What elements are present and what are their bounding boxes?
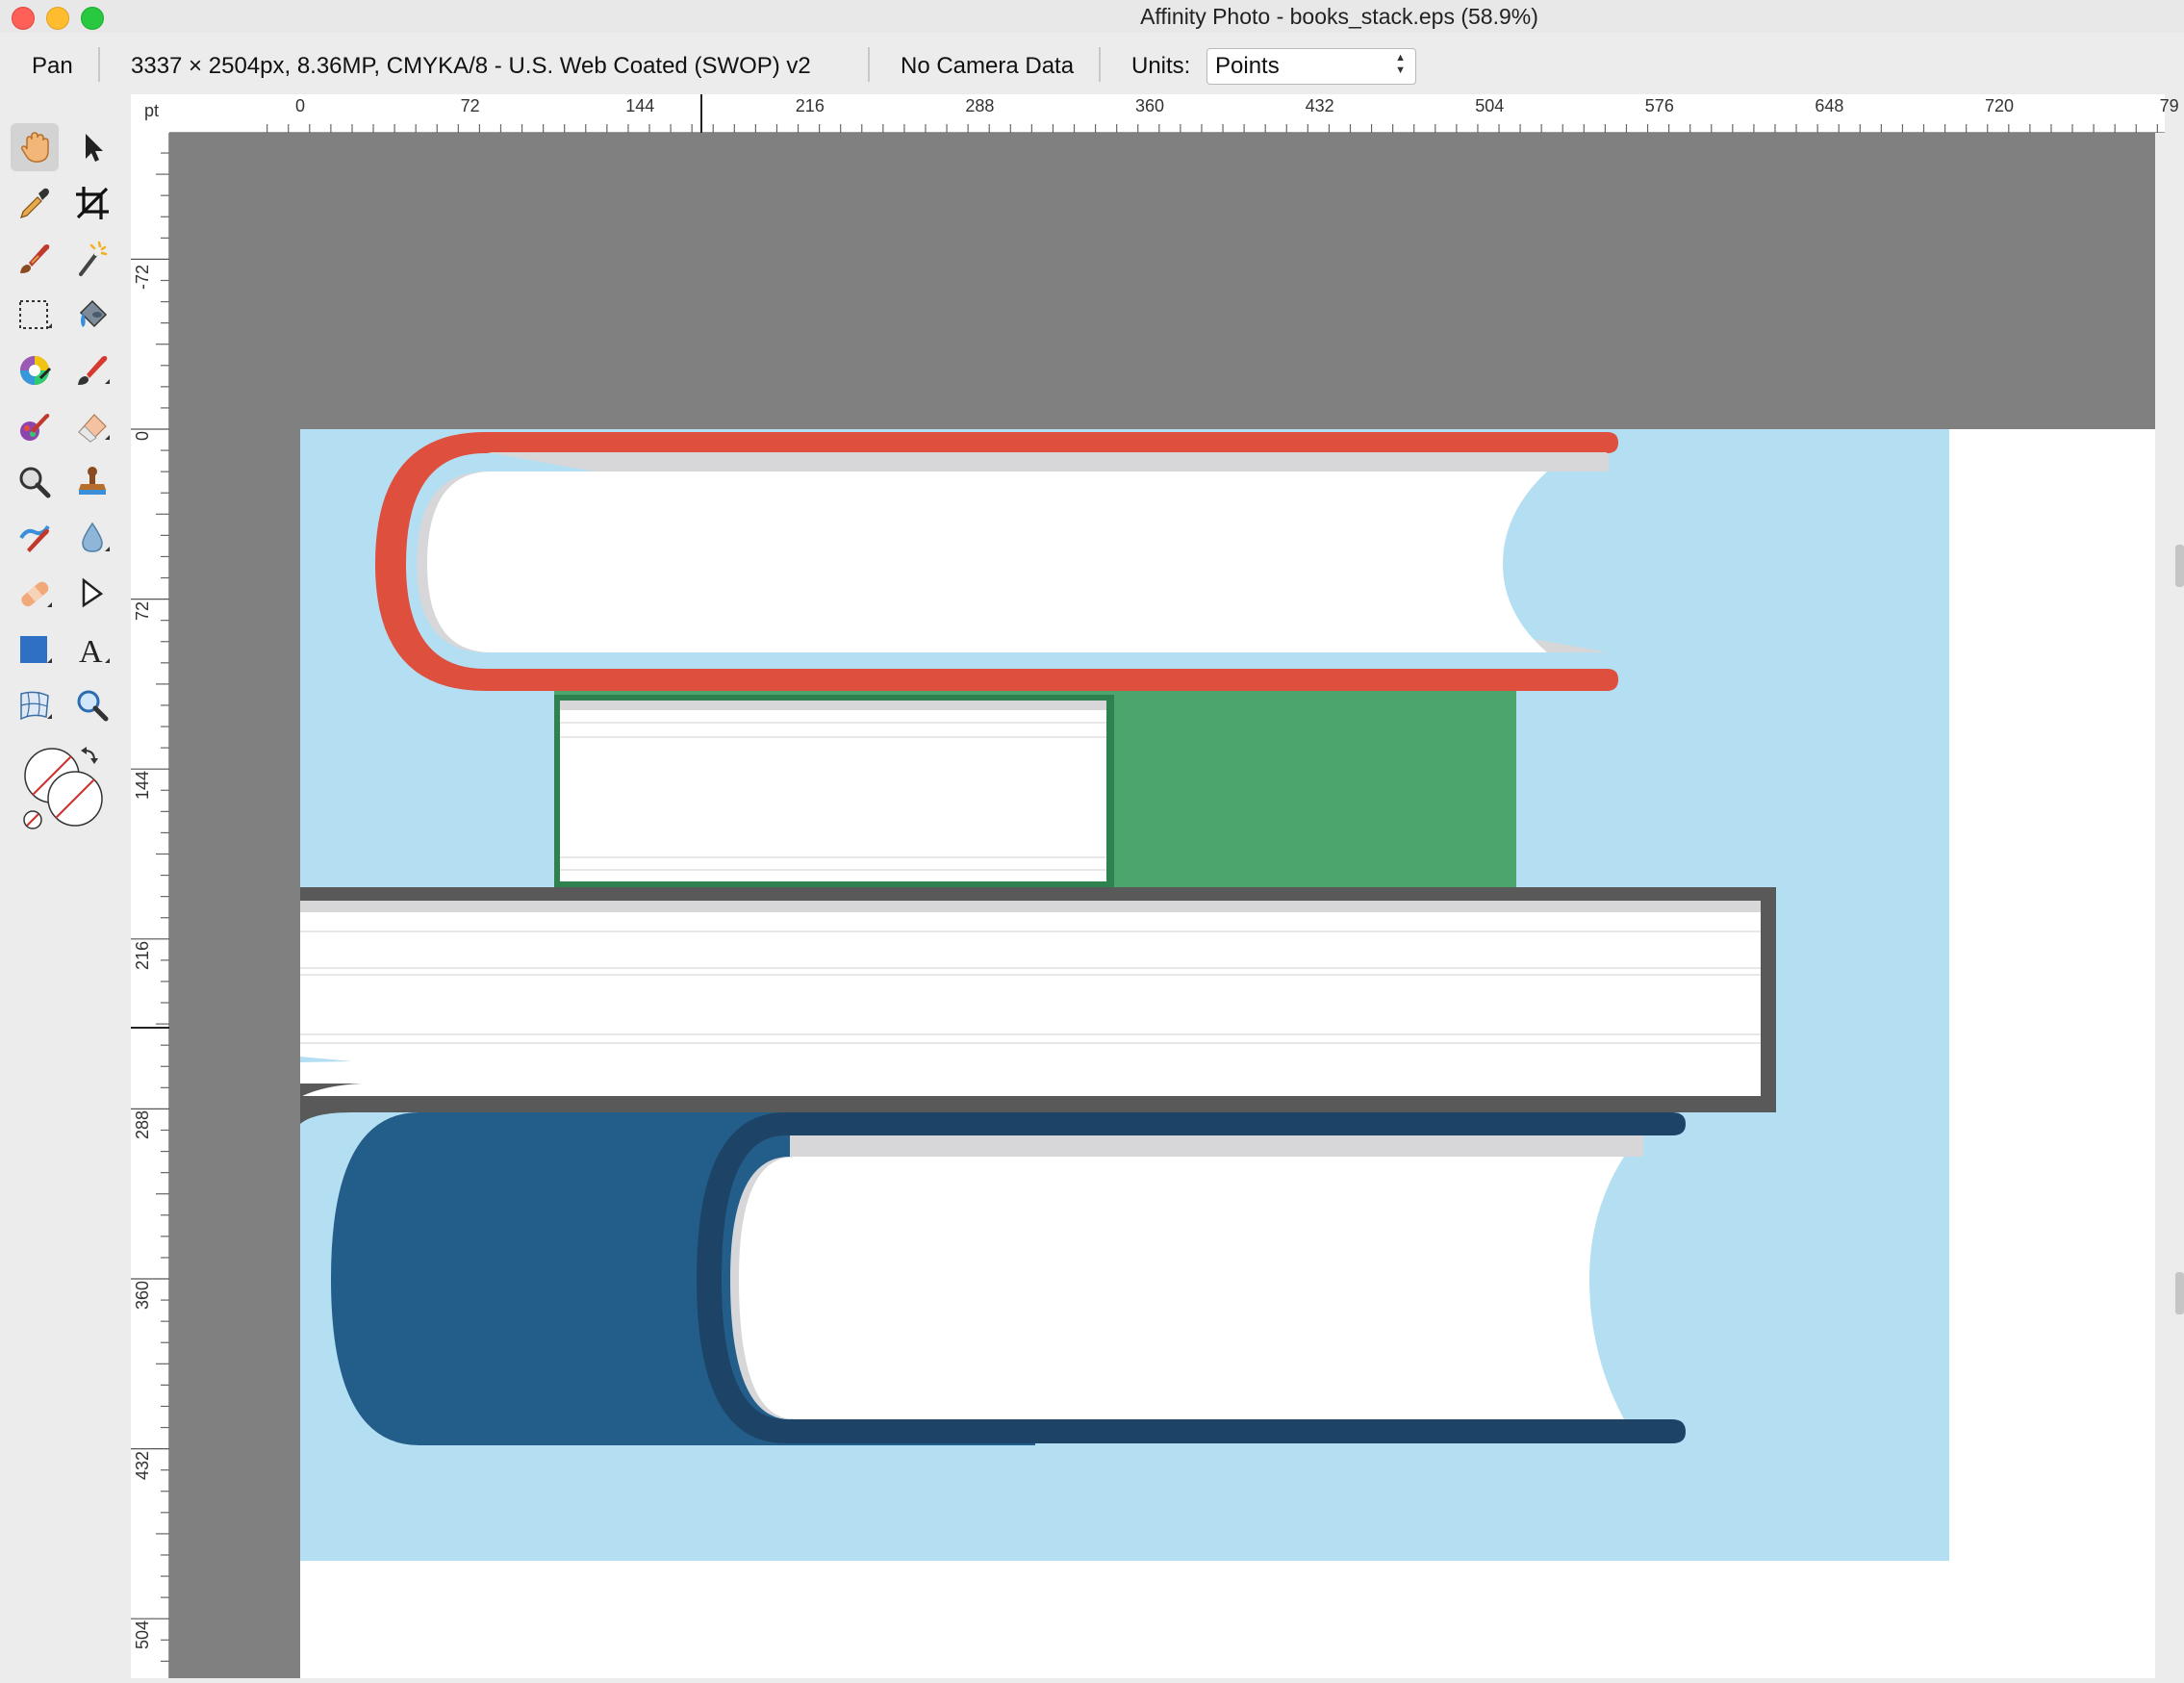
text-icon: A — [79, 634, 110, 669]
paint-brush-icon — [78, 356, 110, 385]
text-tool[interactable]: A — [68, 625, 116, 674]
ruler-label: 216 — [795, 96, 825, 115]
bandage-icon — [21, 581, 52, 607]
ruler-label: -72 — [133, 265, 152, 291]
gray-book — [300, 887, 1776, 1124]
eraser-icon — [78, 414, 110, 443]
units-label: Units: — [1131, 53, 1191, 79]
vertical-ruler-ticks — [131, 133, 169, 1678]
smudge-tool[interactable] — [11, 514, 59, 562]
blue-book — [331, 1112, 1686, 1445]
ruler-unit-label: pt — [144, 101, 160, 120]
blur-tool[interactable] — [68, 514, 116, 562]
ruler-label: 432 — [133, 1450, 152, 1480]
rectangle-icon — [20, 636, 52, 663]
scrollbar-thumb[interactable] — [2175, 545, 2184, 587]
magic-wand-icon — [79, 241, 108, 276]
marquee-icon — [19, 300, 52, 329]
scrollbar-thumb[interactable] — [2175, 1272, 2184, 1314]
ruler-label: 288 — [133, 1110, 152, 1140]
ruler-label: 72 — [133, 600, 152, 621]
healing-brush-tool[interactable] — [11, 570, 59, 618]
green-book — [554, 691, 1516, 887]
zoom-tool[interactable] — [68, 681, 116, 729]
toolbar-divider — [98, 47, 100, 82]
ruler-label: 79 — [2159, 96, 2179, 115]
pan-tool[interactable] — [11, 123, 59, 171]
node-icon — [82, 577, 104, 608]
document-canvas[interactable] — [169, 133, 2155, 1678]
ruler-label: 72 — [460, 96, 480, 115]
ruler-label: 144 — [133, 771, 152, 801]
clone-tool[interactable] — [68, 458, 116, 506]
ruler-label: 360 — [133, 1280, 152, 1310]
vertical-scrollbar[interactable] — [2171, 133, 2184, 1678]
vertical-ruler[interactable] — [131, 133, 169, 1678]
color-wheel-icon — [20, 356, 52, 385]
dodge-icon — [19, 467, 51, 498]
ruler-label: 504 — [1475, 96, 1505, 115]
camera-info: No Camera Data — [901, 53, 1075, 79]
units-select[interactable]: Points ▲ ▼ — [1206, 48, 1416, 85]
canvas-area[interactable] — [169, 133, 2155, 1678]
marquee-tool[interactable] — [11, 291, 59, 339]
node-tool[interactable] — [68, 570, 116, 618]
pasteboard-left — [169, 429, 300, 1678]
color-picker-tool[interactable] — [11, 179, 59, 227]
zoom-tool-magnifier[interactable] — [11, 458, 59, 506]
color-wells — [13, 741, 110, 837]
eyedropper-icon — [20, 188, 49, 218]
ruler-label: 0 — [133, 430, 152, 441]
svg-text:A: A — [79, 634, 103, 669]
ruler-label: 648 — [1815, 96, 1844, 115]
arrow-icon — [86, 134, 103, 162]
tools-panel: A — [0, 94, 131, 1678]
window-title: Affinity Photo - books_stack.eps (58.9%) — [1140, 4, 1538, 29]
selection-brush-tool[interactable] — [11, 235, 59, 283]
color-replacement-tool[interactable] — [11, 346, 59, 395]
mixer-brush-tool[interactable] — [11, 402, 59, 450]
mesh-warp-icon — [20, 691, 52, 721]
rectangle-tool[interactable] — [11, 625, 59, 674]
zoom-icon — [77, 690, 109, 722]
ruler-label: 360 — [1135, 96, 1165, 115]
hand-icon — [21, 132, 49, 163]
mixer-brush-icon — [20, 414, 50, 441]
ruler-label: 0 — [295, 96, 306, 115]
crop-icon — [76, 187, 109, 219]
context-toolbar: Pan 3337 × 2504px, 8.36MP, CMYKA/8 - U.S… — [0, 33, 2184, 94]
ruler-label: 216 — [133, 940, 152, 970]
paint-bucket-icon — [79, 299, 108, 328]
flood-select-tool[interactable] — [68, 235, 116, 283]
current-tool-label: Pan — [32, 53, 73, 79]
document-info: 3337 × 2504px, 8.36MP, CMYKA/8 - U.S. We… — [131, 53, 811, 79]
smudge-icon — [19, 524, 50, 552]
crop-tool[interactable] — [68, 179, 116, 227]
units-select-value: Points — [1215, 53, 1280, 79]
ruler-label: 144 — [625, 96, 655, 115]
ruler-label: 720 — [1985, 96, 2015, 115]
ruler-label: 504 — [133, 1620, 152, 1650]
title-bar: Affinity Photo - books_stack.eps (58.9%) — [0, 0, 2184, 33]
toolbar-divider — [868, 47, 870, 82]
ruler-origin[interactable]: pt — [131, 94, 169, 133]
mesh-warp-tool[interactable] — [11, 681, 59, 729]
drop-icon — [82, 522, 110, 552]
color-wells-icon — [23, 747, 103, 829]
erase-brush-tool[interactable] — [68, 402, 116, 450]
paint-brush-tool[interactable] — [68, 346, 116, 395]
ruler-label: 288 — [965, 96, 995, 115]
flood-fill-tool[interactable] — [68, 291, 116, 339]
selection-brush-icon — [20, 244, 50, 273]
ruler-label: 576 — [1644, 96, 1674, 115]
select-arrows-icon: ▲ ▼ — [1395, 52, 1406, 76]
ruler-label: 432 — [1305, 96, 1334, 115]
pasteboard-top — [169, 133, 2155, 429]
stamp-icon — [79, 467, 106, 495]
toolbar-divider — [1099, 47, 1101, 82]
move-tool[interactable] — [68, 123, 116, 171]
